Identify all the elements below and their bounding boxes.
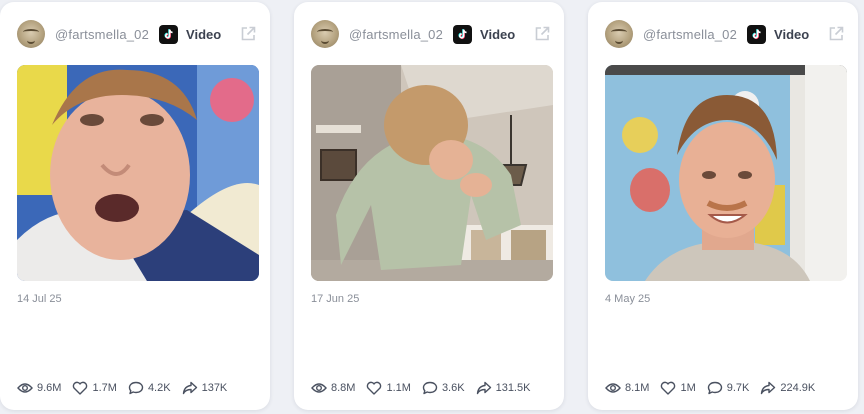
shares-stat: 131.5K (476, 381, 531, 395)
eye-icon (17, 383, 33, 393)
likes-stat: 1.1M (366, 381, 411, 395)
username[interactable]: @fartsmella_02 (349, 27, 443, 42)
username[interactable]: @fartsmella_02 (643, 27, 737, 42)
post-card[interactable]: @fartsmella_02 Video 4 May 25 8.1M 1M 9.… (588, 2, 858, 410)
views-stat: 8.8M (311, 381, 355, 395)
likes-count: 1.7M (92, 382, 117, 394)
views-stat: 8.1M (605, 381, 649, 395)
shares-stat: 224.9K (760, 381, 815, 395)
comment-icon (422, 381, 438, 395)
video-thumbnail[interactable] (311, 65, 553, 281)
shares-count: 137K (201, 382, 228, 394)
likes-count: 1M (680, 382, 696, 394)
heart-icon (661, 381, 676, 395)
comment-icon (128, 381, 144, 395)
share-icon (182, 381, 197, 395)
tiktok-icon (453, 24, 473, 44)
post-date: 17 Jun 25 (311, 293, 360, 305)
eye-icon (311, 383, 327, 393)
avatar[interactable] (605, 20, 633, 48)
share-icon (761, 381, 776, 395)
post-type-label: Video (774, 26, 810, 42)
comments-stat: 9.7K (707, 381, 750, 395)
views-count: 9.6M (37, 382, 62, 394)
video-thumbnail[interactable] (17, 65, 259, 281)
card-header: @fartsmella_02 Video (311, 19, 551, 49)
post-type-label: Video (186, 26, 222, 42)
tiktok-icon (159, 24, 179, 44)
comments-count: 9.7K (726, 382, 750, 394)
post-type-label: Video (480, 26, 516, 42)
stats-bar: 8.8M 1.1M 3.6K 131.5K (311, 380, 541, 396)
stats-bar: 8.1M 1M 9.7K 224.9K (605, 380, 826, 396)
username[interactable]: @fartsmella_02 (55, 27, 149, 42)
post-card[interactable]: @fartsmella_02 Video 14 Jul 25 9.6M 1.7M… (0, 2, 270, 410)
avatar[interactable] (311, 20, 339, 48)
comments-count: 4.2K (147, 382, 171, 394)
share-icon (476, 381, 491, 395)
external-link-icon[interactable] (533, 25, 551, 43)
views-count: 8.8M (331, 382, 356, 394)
views-stat: 9.6M (17, 381, 61, 395)
likes-stat: 1.7M (72, 381, 117, 395)
external-link-icon[interactable] (239, 25, 257, 43)
comment-icon (707, 381, 722, 395)
heart-icon (73, 381, 88, 395)
shares-count: 224.9K (780, 382, 816, 394)
tiktok-icon (747, 24, 767, 44)
card-header: @fartsmella_02 Video (605, 19, 845, 49)
stats-bar: 9.6M 1.7M 4.2K 137K (17, 380, 238, 396)
comments-count: 3.6K (441, 382, 465, 394)
post-date: 14 Jul 25 (17, 293, 62, 305)
views-count: 8.1M (625, 382, 650, 394)
card-header: @fartsmella_02 Video (17, 19, 257, 49)
heart-icon (367, 381, 382, 395)
likes-count: 1.1M (386, 382, 411, 394)
video-thumbnail[interactable] (605, 65, 847, 281)
comments-stat: 3.6K (422, 381, 465, 395)
avatar[interactable] (17, 20, 45, 48)
comments-stat: 4.2K (128, 381, 171, 395)
eye-icon (605, 383, 621, 393)
post-date: 4 May 25 (605, 293, 651, 305)
shares-stat: 137K (182, 381, 228, 395)
post-card[interactable]: @fartsmella_02 Video 17 Jun 25 8.8M 1.1M… (294, 2, 564, 410)
shares-count: 131.5K (495, 382, 531, 394)
likes-stat: 1M (660, 381, 696, 395)
external-link-icon[interactable] (827, 25, 845, 43)
